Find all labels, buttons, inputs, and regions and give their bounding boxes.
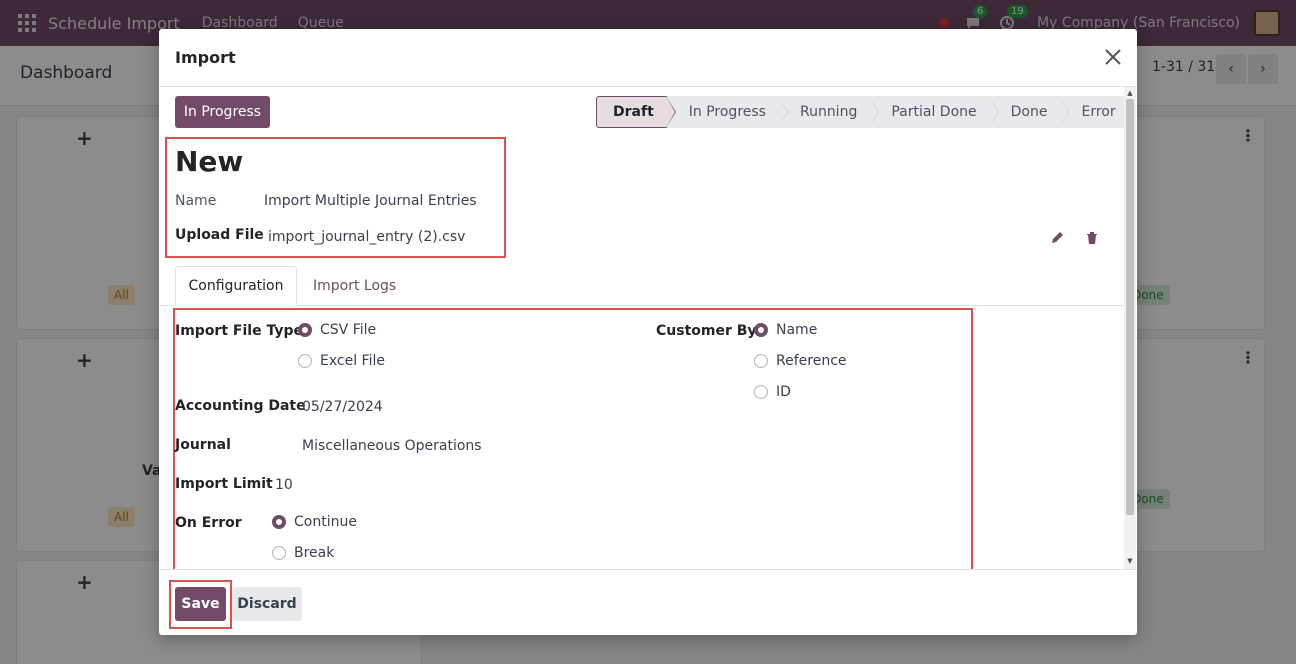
notebook-tabs: Configuration Import Logs: [159, 266, 1124, 306]
tab-configuration[interactable]: Configuration: [175, 266, 297, 306]
radio-csv-file[interactable]: CSV File: [298, 322, 376, 338]
radio-id-label: ID: [776, 384, 791, 400]
dialog-title: Import: [175, 48, 236, 67]
record-title: New: [175, 145, 244, 178]
import-limit-label: Import Limit: [175, 476, 273, 492]
radio-customer-id[interactable]: ID: [754, 384, 791, 400]
stage-done[interactable]: Done: [988, 96, 1070, 128]
radio-on-error-continue[interactable]: Continue: [272, 514, 357, 530]
radio-continue-label: Continue: [294, 514, 357, 530]
on-error-label: On Error: [175, 515, 242, 531]
dialog-body: In Progress Draft In Progress Running Pa…: [159, 87, 1137, 569]
delete-trash-icon[interactable]: [1085, 231, 1101, 247]
radio-excel-label: Excel File: [320, 353, 385, 369]
discard-button[interactable]: Discard: [232, 587, 302, 621]
upload-file-name[interactable]: import_journal_entry (2).csv: [268, 229, 465, 245]
radio-break-label: Break: [294, 545, 335, 561]
import-file-type-label: Import File Type: [175, 323, 303, 339]
radio-csv-label: CSV File: [320, 322, 377, 338]
stage-error[interactable]: Error: [1059, 96, 1128, 128]
name-field[interactable]: Import Multiple Journal Entries: [264, 193, 477, 209]
accounting-date-label: Accounting Date: [175, 398, 306, 414]
dialog-header: Import: [159, 29, 1137, 87]
import-dialog: Import In Progress Draft In Progress Run…: [159, 29, 1137, 635]
edit-pencil-icon[interactable]: [1050, 231, 1066, 247]
journal-label: Journal: [175, 437, 231, 453]
radio-customer-reference[interactable]: Reference: [754, 353, 847, 369]
scroll-up-icon[interactable]: ▲: [1126, 89, 1134, 97]
stage-draft[interactable]: Draft: [596, 96, 676, 128]
journal-field[interactable]: Miscellaneous Operations: [302, 438, 482, 454]
save-button[interactable]: Save: [175, 587, 226, 621]
stage-partial-done[interactable]: Partial Done: [869, 96, 999, 128]
in-progress-button[interactable]: In Progress: [175, 96, 270, 128]
radio-reference-label: Reference: [776, 353, 847, 369]
close-icon[interactable]: [1101, 45, 1125, 69]
radio-name-label: Name: [776, 322, 818, 338]
import-limit-field[interactable]: 10: [275, 477, 293, 493]
stage-running[interactable]: Running: [777, 96, 880, 128]
tab-import-logs[interactable]: Import Logs: [313, 266, 396, 306]
customer-by-label: Customer By: [656, 323, 757, 339]
scrollbar-thumb[interactable]: [1126, 99, 1134, 515]
name-label: Name: [175, 193, 217, 209]
upload-file-label: Upload File: [175, 227, 264, 243]
radio-excel-file[interactable]: Excel File: [298, 353, 385, 369]
radio-customer-name[interactable]: Name: [754, 322, 817, 338]
scroll-down-icon[interactable]: ▼: [1126, 557, 1134, 565]
status-bar: Draft In Progress Running Partial Done D…: [596, 96, 1128, 128]
dialog-scrollbar[interactable]: ▲ ▼: [1124, 87, 1136, 569]
dialog-footer: Save Discard: [159, 569, 1137, 635]
accounting-date-field[interactable]: 05/27/2024: [302, 399, 383, 415]
stage-in-progress[interactable]: In Progress: [666, 96, 789, 128]
radio-on-error-break[interactable]: Break: [272, 545, 334, 561]
